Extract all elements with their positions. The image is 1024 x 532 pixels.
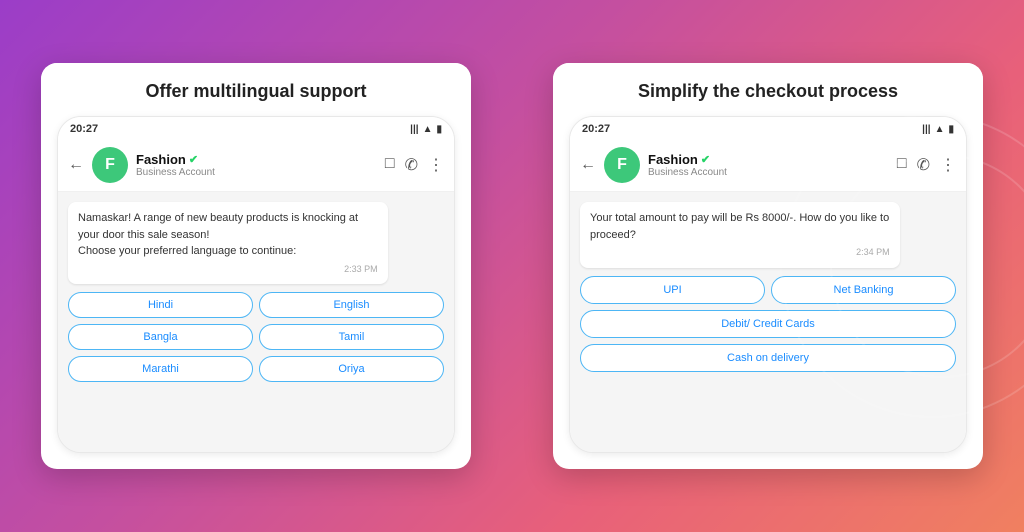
language-grid: Hindi English Bangla Tamil Marathi Oriya <box>68 292 444 382</box>
left-panel: Offer multilingual support 20:27 ||| ▲ ▮… <box>0 0 512 532</box>
back-button-left[interactable]: ← <box>68 156 84 174</box>
status-time-right: 20:27 <box>582 123 610 135</box>
contact-sub-right: Business Account <box>648 167 889 178</box>
payment-row-2: Debit/ Credit Cards <box>580 310 956 338</box>
avatar-right: F <box>604 147 640 183</box>
message-time-right: 2:34 PM <box>590 246 890 260</box>
lang-btn-tamil[interactable]: Tamil <box>259 324 444 350</box>
lang-btn-bangla[interactable]: Bangla <box>68 324 253 350</box>
header-actions-left: □ ✆ ⋮ <box>385 155 444 175</box>
contact-info-left: Fashion ✔ Business Account <box>136 152 377 178</box>
battery-icon-right: ▮ <box>948 124 954 135</box>
right-panel: Simplify the checkout process 20:27 ||| … <box>512 0 1024 532</box>
battery-icon: ▮ <box>436 124 442 135</box>
right-title: Simplify the checkout process <box>553 63 983 116</box>
message-text-right: Your total amount to pay will be Rs 8000… <box>590 210 890 243</box>
contact-name-left: Fashion ✔ <box>136 152 377 167</box>
lang-btn-hindi[interactable]: Hindi <box>68 292 253 318</box>
signal-icon-right: ||| <box>922 124 930 135</box>
avatar-left: F <box>92 147 128 183</box>
status-bar-right: 20:27 ||| ▲ ▮ <box>570 117 966 139</box>
signal-icon: ||| <box>410 124 418 135</box>
lang-btn-marathi[interactable]: Marathi <box>68 356 253 382</box>
back-button-right[interactable]: ← <box>580 156 596 174</box>
more-icon-left[interactable]: ⋮ <box>428 155 444 175</box>
chat-header-right: ← F Fashion ✔ Business Account □ ✆ ⋮ <box>570 139 966 192</box>
right-phone: 20:27 ||| ▲ ▮ ← F Fashion ✔ Business Acc… <box>569 116 967 453</box>
payment-options: UPI Net Banking Debit/ Credit Cards Cash… <box>580 276 956 372</box>
video-icon-left[interactable]: □ <box>385 155 395 175</box>
contact-name-right: Fashion ✔ <box>648 152 889 167</box>
payment-row-1: UPI Net Banking <box>580 276 956 304</box>
payment-btn-upi[interactable]: UPI <box>580 276 765 304</box>
wifi-icon-right: ▲ <box>935 124 945 135</box>
message-bubble-left: Namaskar! A range of new beauty products… <box>68 202 388 284</box>
status-bar-left: 20:27 ||| ▲ ▮ <box>58 117 454 139</box>
left-phone: 20:27 ||| ▲ ▮ ← F Fashion ✔ Business Acc… <box>57 116 455 453</box>
payment-btn-cod[interactable]: Cash on delivery <box>580 344 956 372</box>
verified-badge-left: ✔ <box>189 153 198 166</box>
wifi-icon: ▲ <box>423 124 433 135</box>
header-actions-right: □ ✆ ⋮ <box>897 155 956 175</box>
left-title: Offer multilingual support <box>41 63 471 116</box>
payment-btn-debit-credit[interactable]: Debit/ Credit Cards <box>580 310 956 338</box>
payment-row-3: Cash on delivery <box>580 344 956 372</box>
call-icon-left[interactable]: ✆ <box>405 155 418 175</box>
video-icon-right[interactable]: □ <box>897 155 907 175</box>
payment-btn-netbanking[interactable]: Net Banking <box>771 276 956 304</box>
chat-header-left: ← F Fashion ✔ Business Account □ ✆ ⋮ <box>58 139 454 192</box>
call-icon-right[interactable]: ✆ <box>917 155 930 175</box>
message-time-left: 2:33 PM <box>78 263 378 277</box>
message-bubble-right: Your total amount to pay will be Rs 8000… <box>580 202 900 268</box>
more-icon-right[interactable]: ⋮ <box>940 155 956 175</box>
left-card: Offer multilingual support 20:27 ||| ▲ ▮… <box>41 63 471 469</box>
contact-sub-left: Business Account <box>136 167 377 178</box>
chat-area-left: Namaskar! A range of new beauty products… <box>58 192 454 452</box>
status-icons-right: ||| ▲ ▮ <box>922 124 954 135</box>
verified-badge-right: ✔ <box>701 153 710 166</box>
right-card: Simplify the checkout process 20:27 ||| … <box>553 63 983 469</box>
message-text-left: Namaskar! A range of new beauty products… <box>78 210 378 260</box>
lang-btn-english[interactable]: English <box>259 292 444 318</box>
status-icons-left: ||| ▲ ▮ <box>410 124 442 135</box>
lang-btn-oriya[interactable]: Oriya <box>259 356 444 382</box>
status-time-left: 20:27 <box>70 123 98 135</box>
contact-info-right: Fashion ✔ Business Account <box>648 152 889 178</box>
chat-area-right: Your total amount to pay will be Rs 8000… <box>570 192 966 452</box>
